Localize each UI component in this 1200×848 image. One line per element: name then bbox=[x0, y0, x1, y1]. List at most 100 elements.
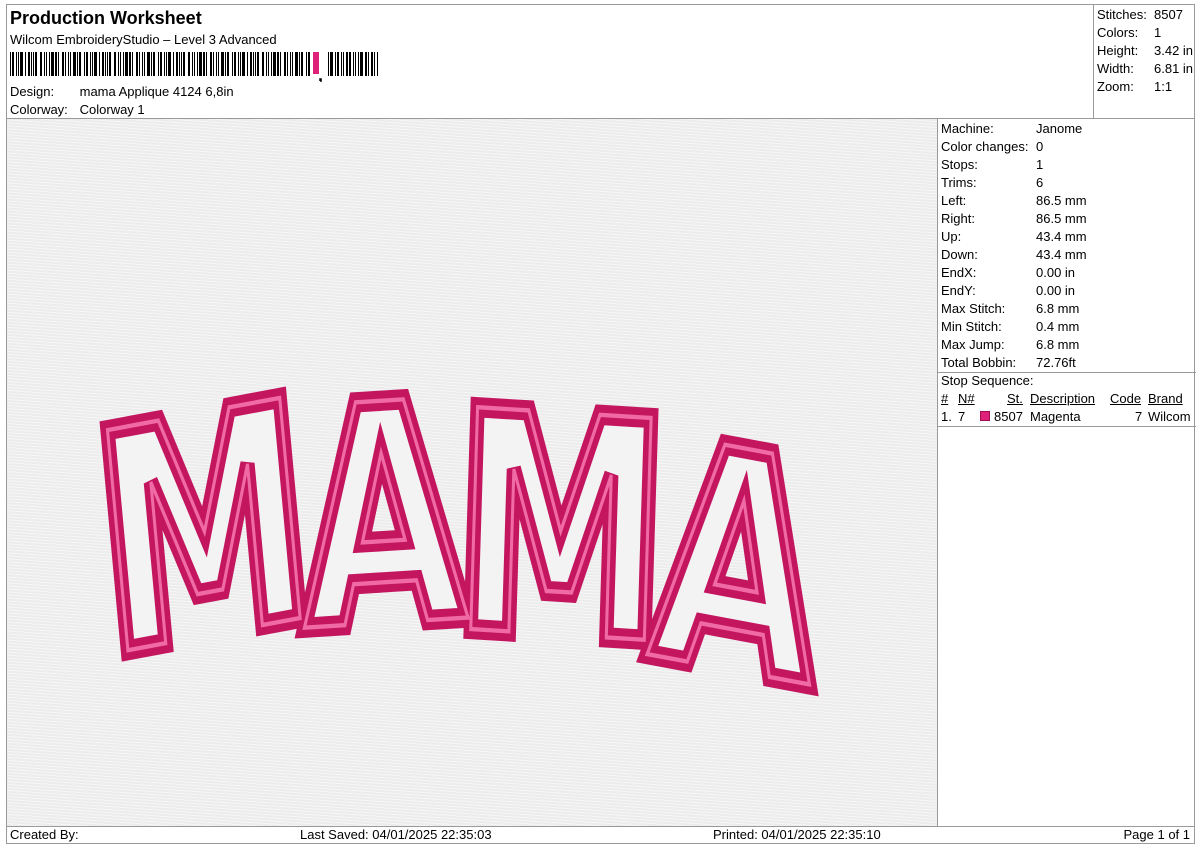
barcode-bar bbox=[199, 52, 202, 76]
stat-value: 6.81 in bbox=[1154, 61, 1194, 76]
design-label: Design: bbox=[10, 84, 55, 99]
info-left: Left: 86.5 mm bbox=[941, 193, 1087, 208]
design-preview: MAMA MAMA bbox=[7, 119, 938, 827]
barcode-bar bbox=[247, 52, 248, 76]
barcode-bar bbox=[360, 52, 363, 76]
barcode-bar bbox=[374, 52, 375, 76]
barcode-bar bbox=[240, 52, 241, 76]
barcode-bar bbox=[12, 52, 14, 76]
info-value: 0.00 in bbox=[1036, 283, 1076, 298]
stat-label: Colors: bbox=[1097, 25, 1139, 40]
barcode-bar bbox=[250, 52, 252, 76]
barcode-bar bbox=[179, 52, 180, 76]
barcode-bar bbox=[268, 52, 269, 76]
info-endx: EndX: 0.00 in bbox=[941, 265, 1075, 280]
col-header-needle: N# bbox=[958, 391, 975, 406]
barcode-bar bbox=[35, 52, 37, 76]
col-header-code: Code bbox=[1110, 391, 1142, 406]
barcode-bar bbox=[225, 52, 226, 76]
info-up: Up: 43.4 mm bbox=[941, 229, 1087, 244]
barcode-bar bbox=[28, 52, 30, 76]
embroidery-design: MAMA MAMA bbox=[74, 327, 846, 766]
barcode-bar bbox=[271, 52, 272, 76]
page-number: Page 1 of 1 bbox=[1123, 827, 1191, 842]
barcode-bar bbox=[147, 52, 150, 76]
worksheet-footer: Created By: Last Saved: 04/01/2025 22:35… bbox=[7, 827, 1194, 844]
barcode-bar bbox=[90, 52, 91, 76]
info-right: Right: 86.5 mm bbox=[941, 211, 1087, 226]
barcode-bar bbox=[10, 52, 11, 76]
barcode-bar bbox=[109, 52, 111, 76]
barcode-bar bbox=[20, 52, 23, 76]
barcode-bar bbox=[51, 52, 54, 76]
barcode-bar bbox=[213, 52, 214, 76]
barcode-bar bbox=[114, 52, 116, 76]
stat-value: 3.42 in bbox=[1154, 43, 1194, 58]
info-value: 0.4 mm bbox=[1036, 319, 1080, 334]
stat-label: Height: bbox=[1097, 43, 1139, 58]
barcode-bar bbox=[330, 52, 333, 76]
barcode-bar bbox=[160, 52, 162, 76]
stats-panel: Stitches: 8507 Colors: 1 Height: 3.42 in Wi… bbox=[1093, 5, 1196, 118]
barcode-bar bbox=[234, 52, 236, 76]
barcode-bar bbox=[349, 52, 351, 76]
worksheet-title: Production Worksheet bbox=[10, 8, 202, 28]
barcode: , bbox=[10, 52, 378, 82]
barcode-bar bbox=[49, 52, 50, 76]
stat-height: Height: 3.42 in bbox=[1097, 43, 1193, 58]
color-swatch bbox=[980, 411, 990, 421]
barcode-bar bbox=[257, 52, 259, 76]
barcode-bar bbox=[232, 52, 233, 76]
stat-colors: Colors: 1 bbox=[1097, 25, 1161, 40]
info-label: Total Bobbin: bbox=[941, 355, 1017, 370]
barcode-bar bbox=[58, 52, 59, 76]
barcode-bar bbox=[158, 52, 159, 76]
barcode-bar bbox=[335, 52, 336, 76]
barcode-bar bbox=[299, 52, 300, 76]
info-label: EndY: bbox=[941, 283, 976, 298]
printed-date: Printed: 04/01/2025 22:35:10 bbox=[713, 827, 881, 842]
info-value: 43.4 mm bbox=[1036, 229, 1087, 244]
barcode-bar bbox=[70, 52, 71, 76]
barcode-bar bbox=[102, 52, 104, 76]
info-value: 86.5 mm bbox=[1036, 193, 1087, 208]
barcode-bar bbox=[181, 52, 182, 76]
info-endy: EndY: 0.00 in bbox=[941, 283, 1075, 298]
info-label: Left: bbox=[941, 193, 967, 208]
barcode-bar bbox=[129, 52, 131, 76]
info-max-stitch: Max Stitch: 6.8 mm bbox=[941, 301, 1079, 316]
barcode-bar bbox=[346, 52, 348, 76]
barcode-bar bbox=[255, 52, 256, 76]
info-value: 6 bbox=[1036, 175, 1044, 190]
software-name: Wilcom EmbroideryStudio – Level 3 Advanc… bbox=[10, 32, 277, 47]
barcode-bar bbox=[31, 52, 32, 76]
barcode-bar bbox=[139, 52, 140, 76]
info-color-changes: Color changes: 0 bbox=[941, 139, 1043, 154]
info-label: Trims: bbox=[941, 175, 977, 190]
last-saved: Last Saved: 04/01/2025 22:35:03 bbox=[300, 827, 492, 842]
barcode-bar bbox=[253, 52, 254, 76]
info-total-bobbin: Total Bobbin: 72.76ft bbox=[941, 355, 1076, 370]
info-label: Min Stitch: bbox=[941, 319, 1002, 334]
info-label: Down: bbox=[941, 247, 978, 262]
barcode-bar bbox=[353, 52, 354, 76]
stat-label: Width: bbox=[1097, 61, 1134, 76]
info-label: Machine: bbox=[941, 121, 994, 136]
info-label: Right: bbox=[941, 211, 975, 226]
col-header-description: Description bbox=[1030, 391, 1096, 406]
barcode-bar bbox=[151, 52, 152, 76]
mama-stitch-highlight: MAMA bbox=[83, 336, 838, 758]
barcode-bar bbox=[343, 52, 344, 76]
barcode-bar bbox=[132, 52, 133, 76]
barcode-bar bbox=[280, 52, 281, 76]
barcode-bar bbox=[192, 52, 193, 76]
barcode-bar bbox=[355, 52, 356, 76]
barcode-bar bbox=[94, 52, 97, 76]
barcode-bar bbox=[62, 52, 64, 76]
info-stops: Stops: 1 bbox=[941, 157, 1043, 172]
barcode-bar bbox=[153, 52, 155, 76]
worksheet: Production Worksheet Wilcom EmbroiderySt… bbox=[6, 4, 1196, 844]
barcode-bar bbox=[328, 52, 329, 76]
barcode-bar bbox=[142, 52, 143, 76]
stat-width: Width: 6.81 in bbox=[1097, 61, 1193, 76]
